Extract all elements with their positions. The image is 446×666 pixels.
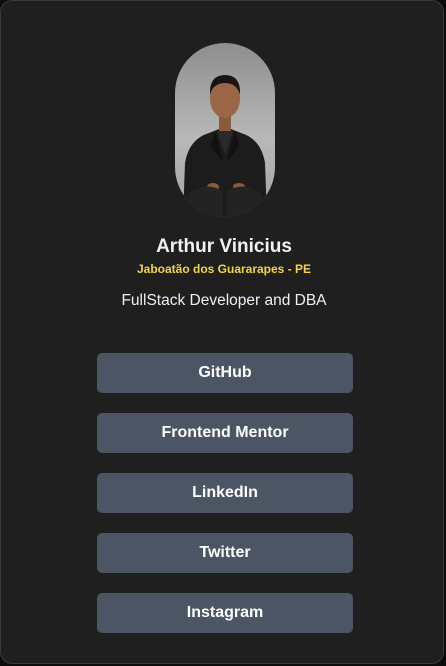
github-link-button[interactable]: GitHub xyxy=(97,353,353,393)
profile-card: Arthur Vinicius Jaboatão dos Guararapes … xyxy=(0,0,444,664)
profile-photo-icon xyxy=(183,75,267,217)
profile-bio: FullStack Developer and DBA xyxy=(121,292,327,309)
avatar xyxy=(175,43,275,217)
frontend-mentor-link-button[interactable]: Frontend Mentor xyxy=(97,413,353,453)
linkedin-link-button[interactable]: LinkedIn xyxy=(97,473,353,513)
instagram-link-button[interactable]: Instagram xyxy=(97,593,353,633)
social-links: GitHub Frontend Mentor LinkedIn Twitter … xyxy=(97,353,353,653)
profile-location: Jaboatão dos Guararapes - PE xyxy=(136,262,312,276)
profile-name: Arthur Vinicius xyxy=(156,236,292,257)
twitter-link-button[interactable]: Twitter xyxy=(97,533,353,573)
